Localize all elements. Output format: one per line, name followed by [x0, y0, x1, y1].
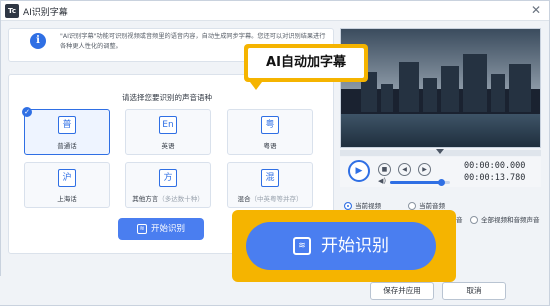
prev-frame-icon[interactable]: ◀ [398, 163, 411, 176]
radio-dot-icon [408, 202, 416, 210]
radio-dot-icon [344, 202, 352, 210]
radio-dot-icon [470, 216, 478, 224]
lang-label: 英语 [161, 142, 175, 150]
preview-building [463, 54, 487, 112]
volume-slider[interactable] [390, 179, 450, 186]
title-bar: Tc AI识别字幕 ✕ [1, 1, 549, 21]
time-total: 00:00:13.780 [464, 173, 526, 183]
radio-label: 全部视频和音频声音 [481, 216, 540, 224]
cantonese-icon: 粤 [261, 116, 279, 134]
lang-label-sub: （中英粤等并存） [250, 195, 303, 203]
radio-label: 当前音频 [419, 202, 445, 210]
mixed-icon: 混 [261, 169, 279, 187]
app-logo-icon: Tc [5, 4, 19, 18]
radio-all[interactable]: 全部视频和音频声音 [470, 214, 540, 224]
preview-building [509, 64, 531, 112]
lang-label: 粤语 [263, 142, 277, 150]
preview-building [381, 84, 393, 112]
play-icon[interactable]: ▶ [348, 160, 370, 182]
time-current: 00:00:00.000 [464, 161, 526, 171]
seek-bar[interactable] [340, 149, 541, 156]
lang-card-mixed[interactable]: 混 混合（中英粤等并存） [227, 162, 313, 208]
radio-label: 当前视频 [355, 202, 381, 210]
callout-pointer [250, 82, 262, 90]
preview-building [491, 74, 505, 112]
lang-label: 混合（中英粤等并存） [228, 193, 312, 203]
callout-text: AI自动加字幕 [248, 48, 364, 78]
lang-card-cantonese[interactable]: 粤 粤语 [227, 109, 313, 155]
english-icon: En [159, 116, 177, 134]
cancel-button[interactable]: 取消 [442, 282, 506, 300]
language-prompt: 请选择您要识别的声音语种 [122, 93, 212, 102]
info-icon: i [30, 33, 46, 49]
soundwave-icon: ≋ [136, 223, 147, 234]
start-recognition-button-small[interactable]: ≋ 开始识别 [118, 218, 204, 240]
start-label: 开始识别 [321, 236, 389, 256]
dialect-icon: 方 [159, 169, 177, 187]
radio-current-audio[interactable]: 当前音频 [408, 200, 445, 210]
preview-building [399, 62, 419, 112]
lang-card-english[interactable]: En 英语 [125, 109, 211, 155]
mandarin-icon: 普 [58, 116, 76, 134]
start-recognition-button-large[interactable]: ≋ 开始识别 [246, 222, 436, 270]
window-title: AI识别字幕 [23, 8, 68, 18]
preview-water [341, 114, 540, 147]
soundwave-icon: ≋ [293, 237, 311, 255]
save-apply-button[interactable]: 保存并应用 [370, 282, 434, 300]
start-label: 开始识别 [150, 224, 185, 234]
video-preview [340, 28, 541, 148]
lang-card-other-dialects[interactable]: 方 其他方言（多达数十种） [125, 162, 211, 208]
lang-label: 上海话 [57, 195, 77, 203]
stop-icon[interactable]: ■ [378, 163, 391, 176]
volume-knob[interactable] [438, 179, 445, 186]
lang-label-main: 混合 [237, 195, 251, 203]
volume-fill [390, 181, 441, 184]
radio-current-video[interactable]: 当前视频 [344, 200, 381, 210]
player-controls: ▶ ■ ◀ ▶ ◀) 00:00:00.000 00:00:13.780 [340, 157, 541, 187]
lang-card-mandarin[interactable]: ✓ 普 普通话 [22, 107, 110, 155]
preview-building [423, 78, 437, 112]
lang-label: 普通话 [57, 142, 77, 150]
feature-callout: AI自动加字幕 [244, 44, 368, 82]
check-icon: ✓ [22, 107, 32, 117]
lang-label: 其他方言（多达数十种） [126, 193, 210, 203]
shanghainese-icon: 沪 [58, 169, 76, 187]
lang-card-shanghainese[interactable]: 沪 上海话 [24, 162, 110, 208]
preview-building [441, 66, 459, 112]
volume-icon[interactable]: ◀) [378, 177, 386, 185]
lang-label-sub: （多达数十种） [158, 195, 204, 203]
radio-label-partial: 音 [456, 216, 463, 224]
lang-label-main: 其他方言 [132, 195, 159, 203]
next-frame-icon[interactable]: ▶ [418, 163, 431, 176]
playhead-icon[interactable] [436, 149, 444, 154]
close-icon[interactable]: ✕ [529, 3, 543, 17]
